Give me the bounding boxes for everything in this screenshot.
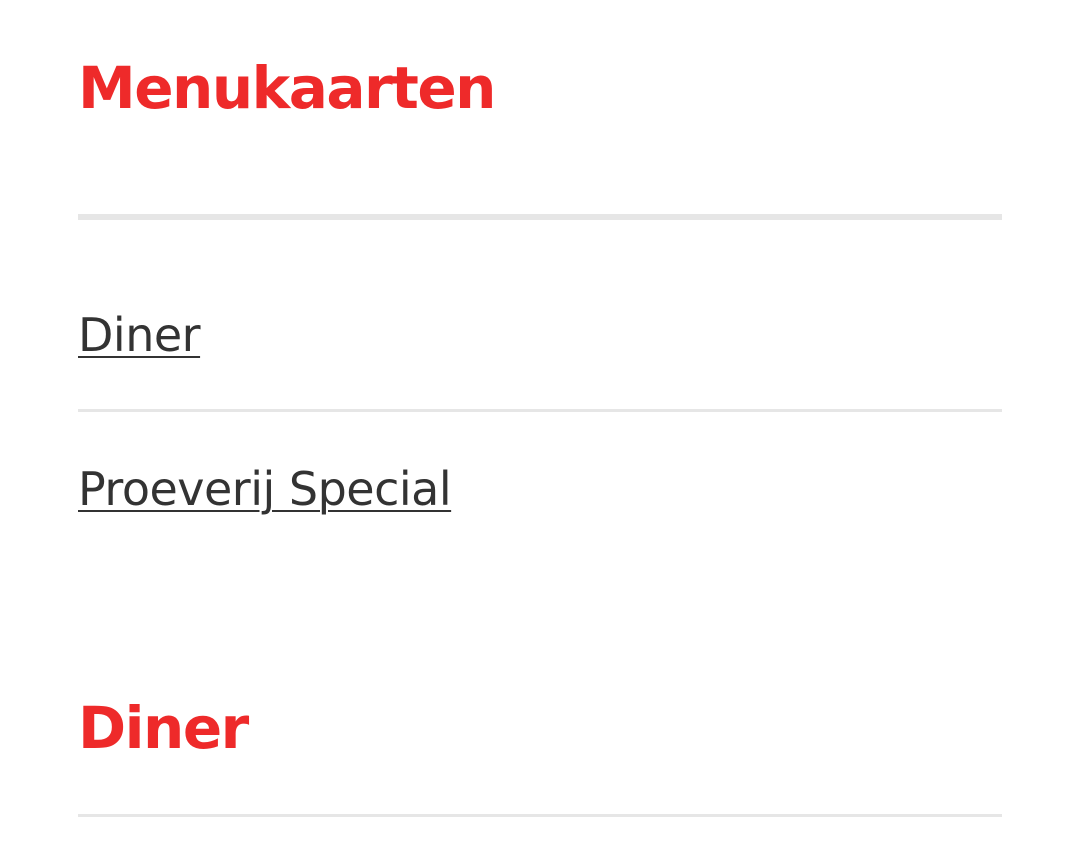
title-divider bbox=[78, 214, 1002, 220]
menu-link-proeverij-special[interactable]: Proeverij Special bbox=[78, 466, 452, 512]
page-content: Menukaarten Diner Proeverij Special Dine… bbox=[78, 0, 1002, 854]
section-title-diner: Diner bbox=[78, 694, 249, 762]
menu-list-divider bbox=[78, 409, 1002, 412]
page-title: Menukaarten bbox=[78, 54, 496, 122]
section-divider bbox=[78, 814, 1002, 817]
menu-link-diner[interactable]: Diner bbox=[78, 312, 201, 358]
